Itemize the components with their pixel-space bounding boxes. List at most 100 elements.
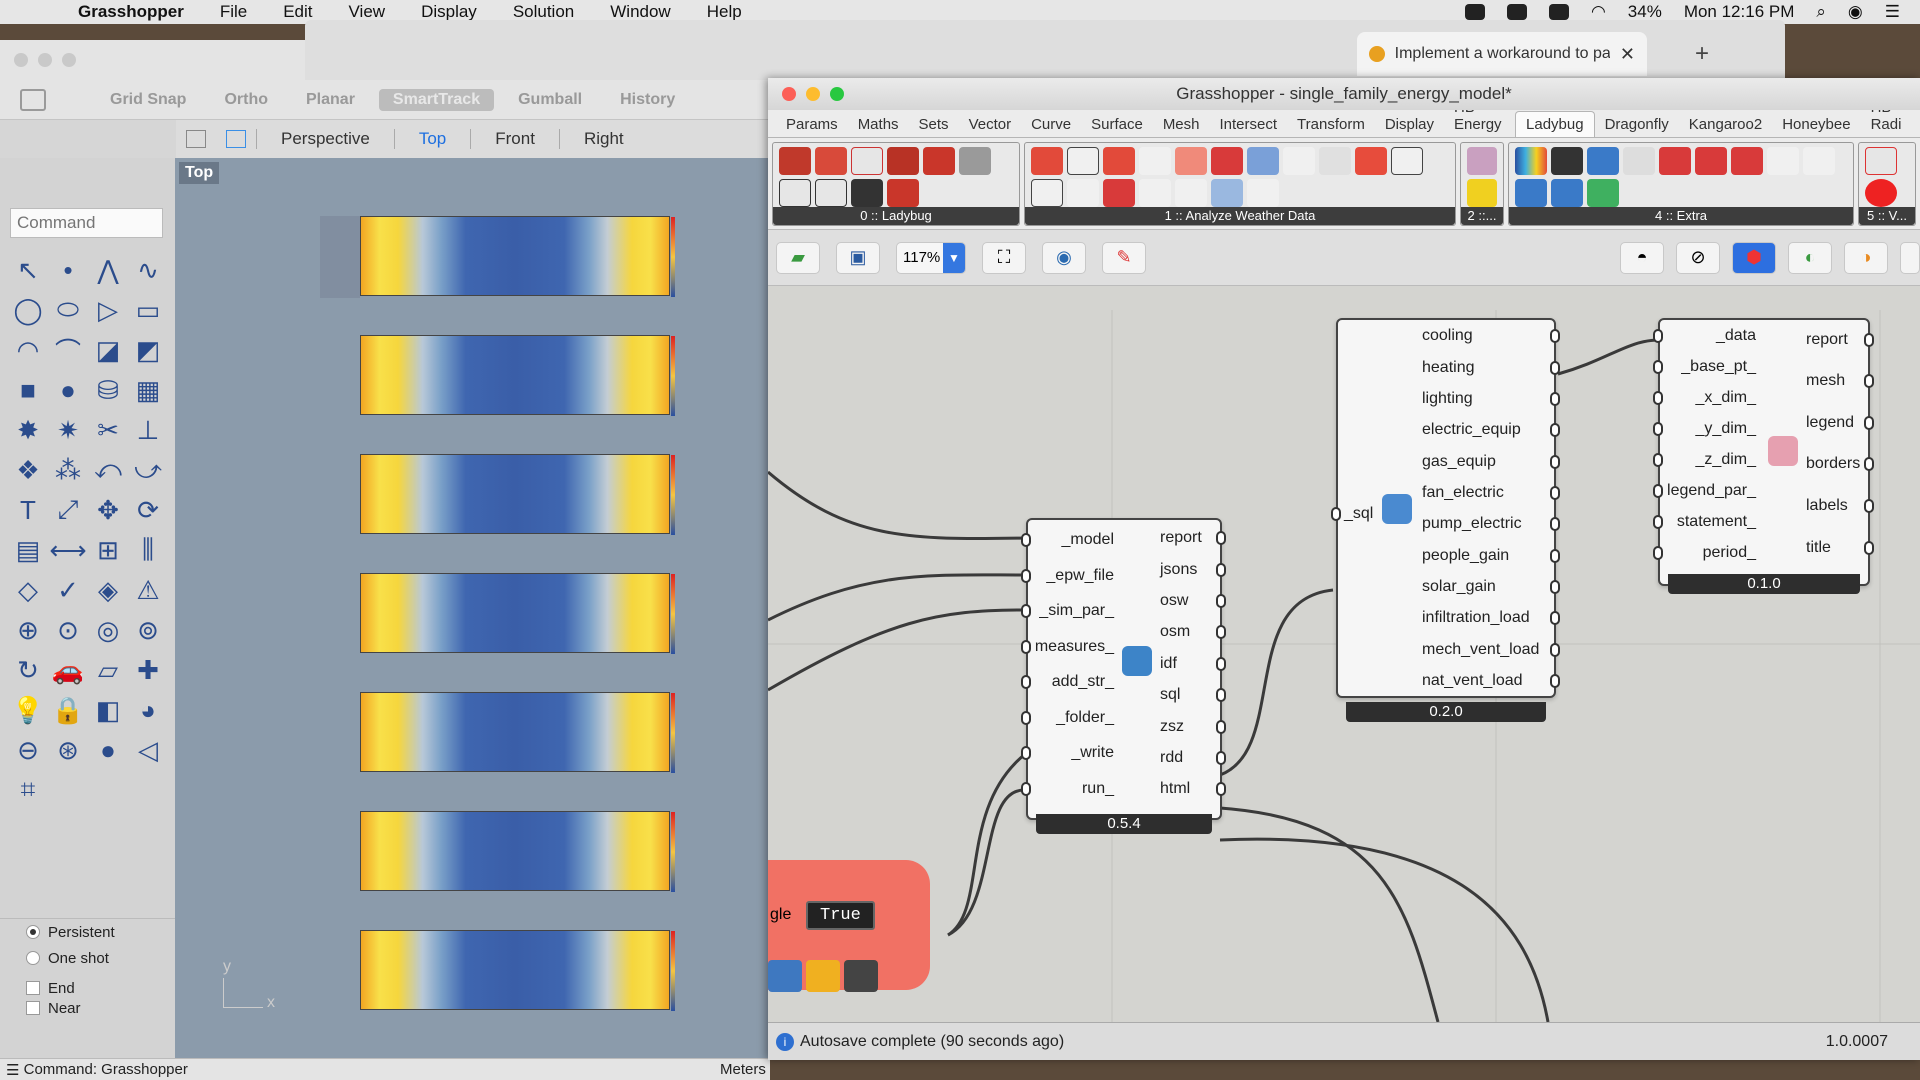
zoom-icon[interactable] [62,53,76,67]
output-legend[interactable]: legend [1806,413,1854,433]
preview-shaded-button[interactable]: ⬢ [1732,241,1776,274]
compass-icon[interactable] [1467,147,1497,175]
connector-grip[interactable] [1550,361,1560,375]
lock-icon[interactable]: 🔒 [48,690,88,730]
warning-icon[interactable]: ⚠ [128,570,168,610]
chevron-down-icon[interactable]: ▼ [943,242,965,273]
menu-display[interactable]: Display [403,2,495,22]
color-wheel-icon[interactable]: ◕ [128,690,168,730]
single-view-icon[interactable] [226,130,246,148]
menu-edit[interactable]: Edit [265,2,330,22]
binary-icon[interactable] [1067,179,1099,207]
flow-icon[interactable] [1247,179,1279,207]
tab-close-icon[interactable]: ✕ [1620,44,1635,65]
tab-mesh[interactable]: Mesh [1153,112,1210,137]
output-rdd[interactable]: rdd [1160,748,1183,768]
output-fan-electric[interactable]: fan_electric [1422,483,1504,503]
render-icon[interactable]: ● [88,730,128,770]
connector-grip[interactable] [1550,643,1560,657]
arc-icon[interactable]: ◠ [8,330,48,370]
osnap-near[interactable]: Near [0,1001,175,1015]
heatmap-1[interactable] [360,216,675,297]
connector-grip[interactable] [1653,453,1663,467]
connector-grip[interactable] [1331,507,1341,521]
tab-curve[interactable]: Curve [1021,112,1081,137]
ip-icon[interactable] [1551,179,1583,207]
tab-sets[interactable]: Sets [909,112,959,137]
connector-grip[interactable] [1021,533,1031,547]
red-dot-icon[interactable] [1865,179,1897,207]
clock[interactable]: Mon 12:16 PM [1684,2,1795,22]
connector-grip[interactable] [1216,563,1226,577]
tab-top[interactable]: Top [393,129,470,149]
output-sql[interactable]: sql [1160,685,1180,705]
output-gas-equip[interactable]: gas_equip [1422,452,1496,472]
ilovny-icon[interactable] [851,147,883,175]
connector-grip[interactable] [1864,499,1874,513]
grid-snap-button[interactable]: Grid Snap [96,89,200,111]
browser-tab[interactable]: Implement a workaround to pa ✕ [1357,32,1647,76]
preview-material-button[interactable]: ◑ [1844,241,1888,274]
battery-percent[interactable]: 34% [1628,2,1662,22]
ny-icon[interactable] [779,179,811,207]
boolean-toggle[interactable]: gle True [768,900,908,930]
siri-icon[interactable]: ◉ [1848,2,1863,22]
connector-grip[interactable] [1550,517,1560,531]
zoom-selected-icon[interactable]: ⊚ [128,610,168,650]
connector-grip[interactable] [1216,751,1226,765]
connector-grip[interactable] [1864,374,1874,388]
more-button[interactable] [1900,241,1920,274]
menu-help[interactable]: Help [689,2,760,22]
radio-oneshot[interactable] [26,951,40,965]
read-results-component[interactable]: _sql cooling heating lighting electric_e… [1331,318,1560,722]
input-add-str[interactable]: add_str_ [1028,672,1114,692]
osnap-oneshot[interactable]: One shot [0,945,175,971]
fillet-icon[interactable]: ⌒ [48,330,88,370]
input-write[interactable]: _write [1028,743,1114,763]
sun-icon[interactable] [1467,179,1497,207]
tab-honeybee[interactable]: Honeybee [1772,112,1860,137]
connector-grip[interactable] [1653,515,1663,529]
dots-icon[interactable] [1551,147,1583,175]
bar-chart-icon[interactable] [1587,147,1619,175]
people-icon[interactable] [1767,147,1799,175]
offset-icon[interactable]: ⤺ [88,450,128,490]
rotate-view-icon[interactable]: ↻ [8,650,48,690]
connector-grip[interactable] [1864,333,1874,347]
ortho-button[interactable]: Ortho [210,89,282,111]
spotlight-icon[interactable]: ⌕ [1816,2,1826,22]
extrude-icon[interactable]: ◩ [128,330,168,370]
preview-off-button[interactable]: ⊘ [1676,241,1720,274]
connector-grip[interactable] [1550,580,1560,594]
output-osw[interactable]: osw [1160,591,1188,611]
sphere-wire-icon[interactable]: ⊖ [8,730,48,770]
select-icon[interactable]: ↖ [8,250,48,290]
tab-display[interactable]: Display [1375,112,1444,137]
compare-icon[interactable] [1139,147,1171,175]
connector-grip[interactable] [1653,391,1663,405]
box-icon[interactable]: ■ [8,370,48,410]
preview-button[interactable]: ◉ [1042,241,1086,274]
person-icon[interactable] [1355,147,1387,175]
blank-icon[interactable] [1623,147,1655,175]
surface-icon[interactable]: ◪ [88,330,128,370]
menu-view[interactable]: View [331,2,404,22]
ddy-icon[interactable] [887,147,919,175]
connector-grip[interactable] [1550,329,1560,343]
input-folder[interactable]: _folder_ [1028,708,1114,728]
connector-grip[interactable] [1653,422,1663,436]
connector-grip[interactable] [1216,720,1226,734]
output-title[interactable]: title [1806,538,1831,558]
history-button[interactable]: History [606,89,689,111]
input-statement[interactable]: statement_ [1660,512,1756,532]
input-epw-file[interactable]: _epw_file [1028,566,1114,586]
array-icon[interactable]: ⁂ [48,450,88,490]
input-sql[interactable]: _sql [1344,504,1373,524]
tab-intersect[interactable]: Intersect [1210,112,1288,137]
import-icon[interactable] [923,147,955,175]
top-viewport[interactable]: Top y x [175,158,770,1058]
sidebar-toggle-icon[interactable] [20,88,46,111]
people-red-icon[interactable] [1803,147,1835,175]
input-y-dim[interactable]: _y_dim_ [1660,419,1756,439]
split-data-icon[interactable] [1103,147,1135,175]
